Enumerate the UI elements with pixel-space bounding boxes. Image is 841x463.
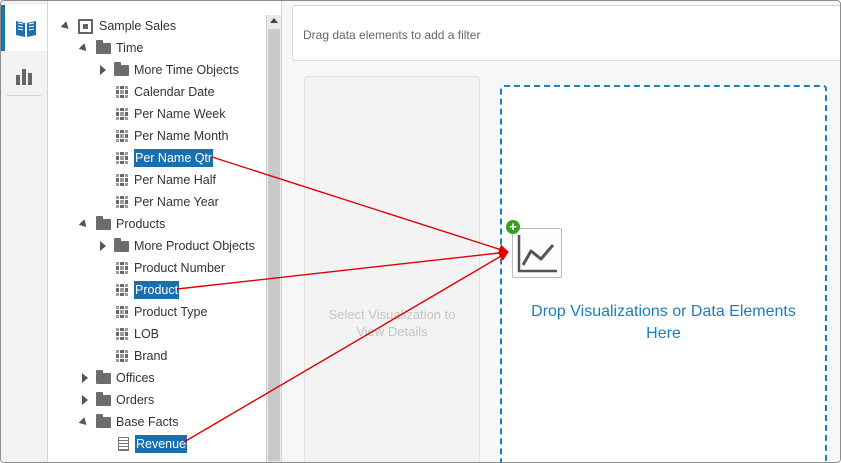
tree-label: More Time Objects (134, 63, 239, 77)
tree-label: LOB (134, 327, 160, 341)
attribute-icon (116, 196, 128, 208)
viz-details-hint: Select Visualization to View Details (328, 307, 456, 339)
tree-label: Per Name Month (134, 129, 229, 143)
folder-icon (114, 237, 129, 252)
tab-data-elements[interactable] (1, 5, 47, 51)
tree-node-calendar-date[interactable]: Calendar Date (116, 81, 215, 103)
tree-node-products[interactable]: Products (78, 213, 166, 235)
attribute-icon (116, 350, 128, 362)
tree-label: More Product Objects (134, 239, 255, 253)
tree-label: Sample Sales (99, 19, 177, 33)
tree-label: Per Name Year (134, 195, 219, 209)
panel-tab-strip (1, 1, 48, 462)
line-chart-drag-icon (512, 228, 562, 278)
attribute-icon (116, 262, 128, 274)
tree-label: Offices (116, 371, 155, 385)
scroll-thumb[interactable] (268, 29, 280, 461)
expand-triangle-icon[interactable] (82, 373, 88, 383)
tree-label-selected: Per Name Qtr (134, 149, 214, 167)
attribute-icon (116, 306, 128, 318)
book-icon (16, 21, 36, 37)
attribute-icon (116, 174, 128, 186)
subject-area-icon (78, 18, 93, 34)
app-window: Sample Sales Time More Time Objects Cale… (0, 0, 841, 463)
folder-icon (96, 39, 111, 54)
tree-node-brand[interactable]: Brand (116, 345, 167, 367)
expand-triangle-icon[interactable] (100, 65, 106, 75)
collapse-triangle-icon[interactable] (78, 42, 90, 54)
collapse-triangle-icon[interactable] (78, 218, 90, 230)
tree-node-time[interactable]: Time (78, 37, 144, 59)
tab-divider (7, 95, 41, 96)
drop-hint-line1: Drop Visualizations or Data Elements (531, 303, 796, 320)
attribute-icon (116, 130, 128, 142)
tree-node-product[interactable]: Product (116, 279, 180, 301)
attribute-icon (116, 86, 128, 98)
tree-label-selected: Revenue (135, 435, 188, 453)
tree-label: Per Name Half (134, 173, 216, 187)
tree-node-sample-sales[interactable]: Sample Sales (60, 15, 177, 37)
folder-icon (114, 61, 129, 76)
tree-label: Products (116, 217, 166, 231)
tree-node-per-name-week[interactable]: Per Name Week (116, 103, 225, 125)
collapse-triangle-icon[interactable] (78, 416, 90, 428)
folder-icon (96, 369, 111, 384)
tree-label: Product Number (134, 261, 226, 275)
tree-node-product-number[interactable]: Product Number (116, 257, 225, 279)
drop-hint: Drop Visualizations or Data Elements Her… (502, 301, 825, 345)
bar-chart-icon (16, 69, 32, 85)
folder-icon (96, 413, 111, 428)
drop-hint-line2: Here (646, 325, 681, 342)
tree-label: Calendar Date (134, 85, 215, 99)
tree-node-lob[interactable]: LOB (116, 323, 159, 345)
expand-triangle-icon[interactable] (82, 395, 88, 405)
folder-icon (96, 215, 111, 230)
attribute-icon (116, 108, 128, 120)
tree-label: Per Name Week (134, 107, 226, 121)
tree-node-offices[interactable]: Offices (82, 367, 155, 389)
visualization-details-panel: Select Visualization to View Details (304, 76, 480, 462)
tree-node-more-time-objects[interactable]: More Time Objects (100, 59, 239, 81)
tree-label: Orders (116, 393, 155, 407)
measure-icon (118, 437, 129, 451)
tree-label: Brand (134, 349, 168, 363)
collapse-triangle-icon[interactable] (60, 20, 72, 32)
tree-label-selected: Product (134, 281, 180, 299)
attribute-icon (116, 328, 128, 340)
attribute-icon (116, 152, 128, 164)
tree-node-revenue[interactable]: Revenue (118, 433, 188, 455)
tab-visualizations[interactable] (1, 53, 47, 99)
tree-label: Base Facts (116, 415, 179, 429)
attribute-icon (116, 284, 128, 296)
tree-scrollbar[interactable] (266, 15, 281, 462)
add-plus-icon: + (506, 220, 520, 234)
scroll-up-arrow-icon[interactable] (270, 18, 278, 23)
tree-label: Product Type (134, 305, 208, 319)
folder-icon (96, 391, 111, 406)
tree-node-product-type[interactable]: Product Type (116, 301, 207, 323)
tree-node-per-name-qtr[interactable]: Per Name Qtr (116, 147, 214, 169)
data-elements-tree: Sample Sales Time More Time Objects Cale… (48, 1, 266, 462)
tree-label: Time (116, 41, 144, 55)
filter-bar[interactable]: Drag data elements to add a filter (292, 5, 840, 61)
tree-node-base-facts[interactable]: Base Facts (78, 411, 179, 433)
tree-node-orders[interactable]: Orders (82, 389, 154, 411)
expand-triangle-icon[interactable] (100, 241, 106, 251)
tree-node-per-name-year[interactable]: Per Name Year (116, 191, 219, 213)
tree-node-per-name-half[interactable]: Per Name Half (116, 169, 216, 191)
tree-node-more-product-objects[interactable]: More Product Objects (100, 235, 255, 257)
tree-node-per-name-month[interactable]: Per Name Month (116, 125, 228, 147)
filter-hint: Drag data elements to add a filter (303, 28, 481, 42)
